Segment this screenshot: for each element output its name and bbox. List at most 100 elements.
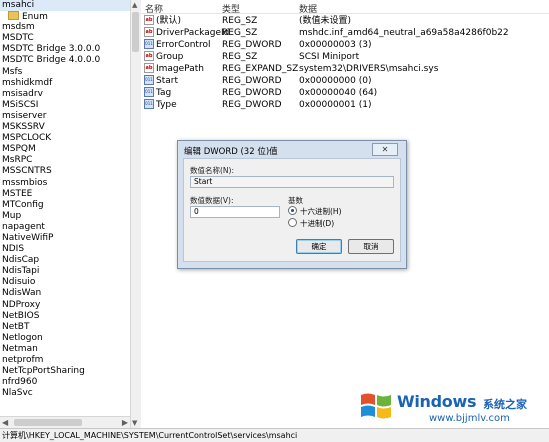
- tree-item[interactable]: Ndisuio: [0, 277, 130, 288]
- dialog-title: 编辑 DWORD (32 位)值: [184, 147, 278, 157]
- tree-item[interactable]: msiserver: [0, 111, 130, 122]
- radio-decimal[interactable]: 十进制(D): [288, 218, 334, 229]
- tree-item-label: MSiSCSI: [2, 99, 39, 110]
- tree-item[interactable]: nfrd960: [0, 377, 130, 388]
- tree-item-label: msiserver: [2, 110, 47, 121]
- tree-item[interactable]: MSDTC: [0, 33, 130, 44]
- tree-item-label: MSKSSRV: [2, 122, 45, 133]
- tree-item[interactable]: NDProxy: [0, 300, 130, 311]
- tree-item[interactable]: NetBT: [0, 322, 130, 333]
- tree-item[interactable]: NdisCap: [0, 255, 130, 266]
- tree-vertical-scrollbar[interactable]: ▲ ▼: [130, 0, 141, 428]
- tree-vscroll-thumb[interactable]: [132, 12, 139, 52]
- tree-item-label: MSPQM: [2, 144, 36, 155]
- tree-item[interactable]: NdisTapi: [0, 266, 130, 277]
- value-row[interactable]: ab (默认) REG_SZ (数值未设置): [141, 15, 549, 27]
- tree-item-label: MSDTC: [2, 33, 34, 44]
- tree-item[interactable]: msahci: [0, 0, 130, 12]
- registry-tree[interactable]: msahci Enum msdsm MSDTC MSDTC Bridge 3.0.0.0…: [0, 0, 130, 428]
- tree-item[interactable]: MSKSSRV: [0, 122, 130, 133]
- tree-item[interactable]: MsRPC: [0, 155, 130, 166]
- value-row[interactable]: 011 Tag REG_DWORD 0x00000040 (64): [141, 87, 549, 99]
- value-data-input[interactable]: 0: [190, 206, 280, 218]
- tree-item-label: MSTEE: [2, 188, 33, 199]
- radio-empty-icon: [288, 218, 297, 227]
- close-icon[interactable]: ✕: [372, 143, 398, 156]
- column-header-type[interactable]: 类型: [222, 2, 240, 15]
- value-row[interactable]: 011 ErrorControl REG_DWORD 0x00000003 (3): [141, 39, 549, 51]
- cancel-button[interactable]: 取消: [348, 239, 394, 254]
- tree-item-label: nfrd960: [2, 377, 38, 388]
- value-type: REG_SZ: [222, 16, 258, 26]
- value-type: REG_DWORD: [222, 100, 282, 110]
- tree-item[interactable]: MSPCLOCK: [0, 133, 130, 144]
- tree-item[interactable]: NDIS: [0, 244, 130, 255]
- tree-item[interactable]: mssmbios: [0, 178, 130, 189]
- value-row[interactable]: ab DriverPackageId REG_SZ mshdc.inf_amd64_n…: [141, 27, 549, 39]
- value-row[interactable]: ab ImagePath REG_EXPAND_SZ system32\DRIVERS…: [141, 63, 549, 75]
- scroll-up-icon[interactable]: ▲: [132, 1, 137, 9]
- tree-item[interactable]: MSTEE: [0, 189, 130, 200]
- tree-item[interactable]: Netlogon: [0, 333, 130, 344]
- value-type: REG_DWORD: [222, 88, 282, 98]
- tree-item[interactable]: MSiSCSI: [0, 100, 130, 111]
- string-value-icon: ab: [144, 27, 154, 37]
- tree-item[interactable]: Enum: [0, 11, 130, 22]
- tree-hscroll-thumb[interactable]: [14, 419, 82, 426]
- value-row[interactable]: 011 Start REG_DWORD 0x00000000 (0): [141, 75, 549, 87]
- tree-item[interactable]: Netman: [0, 344, 130, 355]
- scroll-right-icon[interactable]: ▶: [122, 418, 128, 427]
- radio-selected-icon: [288, 206, 297, 215]
- tree-item-label: MTConfig: [2, 199, 44, 210]
- value-data: system32\DRIVERS\msahci.sys: [299, 64, 439, 74]
- tree-item[interactable]: NdisWan: [0, 288, 130, 299]
- tree-item[interactable]: Msfs: [0, 67, 130, 78]
- value-data-label: 数值数据(V):: [190, 196, 234, 205]
- tree-item[interactable]: MTConfig: [0, 200, 130, 211]
- value-data: 0x00000001 (1): [299, 100, 372, 110]
- value-row[interactable]: ab Group REG_SZ SCSI Miniport: [141, 51, 549, 63]
- value-name: Tag: [156, 88, 172, 98]
- tree-item-label: Enum: [22, 12, 48, 23]
- radio-hexadecimal[interactable]: 十六进制(H): [288, 206, 342, 217]
- tree-item[interactable]: MSSCNTRS: [0, 166, 130, 177]
- value-data: 0x00000000 (0): [299, 76, 372, 86]
- tree-item[interactable]: napagent: [0, 222, 130, 233]
- value-type: REG_EXPAND_SZ: [222, 64, 299, 74]
- column-header-name[interactable]: 名称: [145, 2, 163, 15]
- tree-item-label: NdisWan: [2, 288, 42, 299]
- value-data: mshdc.inf_amd64_neutral_a69a58a4286f0b22: [299, 28, 509, 38]
- value-type: REG_SZ: [222, 52, 258, 62]
- radio-dec-label: 十进制(D): [300, 219, 335, 228]
- ok-button[interactable]: 确定: [296, 239, 342, 254]
- tree-item-label: Netman: [2, 343, 38, 354]
- scroll-left-icon[interactable]: ◀: [2, 418, 8, 427]
- base-group-label: 基数: [288, 196, 303, 205]
- value-name: ErrorControl: [156, 40, 211, 50]
- string-value-icon: ab: [144, 51, 154, 61]
- tree-item[interactable]: msdsm: [0, 22, 130, 33]
- tree-item[interactable]: NlaSvc: [0, 388, 130, 399]
- tree-item[interactable]: MSDTC Bridge 4.0.0.0: [0, 55, 130, 66]
- tree-item-label: NDIS: [2, 244, 25, 255]
- tree-item[interactable]: Mup: [0, 211, 130, 222]
- tree-item[interactable]: netprofm: [0, 355, 130, 366]
- tree-item[interactable]: NativeWifiP: [0, 233, 130, 244]
- value-row[interactable]: 011 Type REG_DWORD 0x00000001 (1): [141, 99, 549, 111]
- tree-item[interactable]: MSPQM: [0, 144, 130, 155]
- tree-item[interactable]: msisadrv: [0, 89, 130, 100]
- tree-item[interactable]: mshidkmdf: [0, 78, 130, 89]
- tree-item-label: netprofm: [2, 355, 44, 365]
- value-name: ImagePath: [156, 64, 204, 74]
- column-header-data[interactable]: 数据: [299, 2, 317, 15]
- value-name: Type: [156, 100, 177, 110]
- tree-item[interactable]: NetBIOS: [0, 311, 130, 322]
- scroll-down-icon[interactable]: ▼: [132, 419, 137, 427]
- value-data: 0x00000040 (64): [299, 88, 378, 98]
- tree-item-label: mshidkmdf: [2, 77, 53, 88]
- dialog-body: 数值名称(N): Start 数值数据(V): 0 基数 十六进制(H) 十进制…: [183, 158, 401, 262]
- value-data: 0x00000003 (3): [299, 40, 372, 50]
- tree-item[interactable]: NetTcpPortSharing: [0, 366, 130, 377]
- value-name: Start: [156, 76, 178, 86]
- tree-item[interactable]: MSDTC Bridge 3.0.0.0: [0, 44, 130, 55]
